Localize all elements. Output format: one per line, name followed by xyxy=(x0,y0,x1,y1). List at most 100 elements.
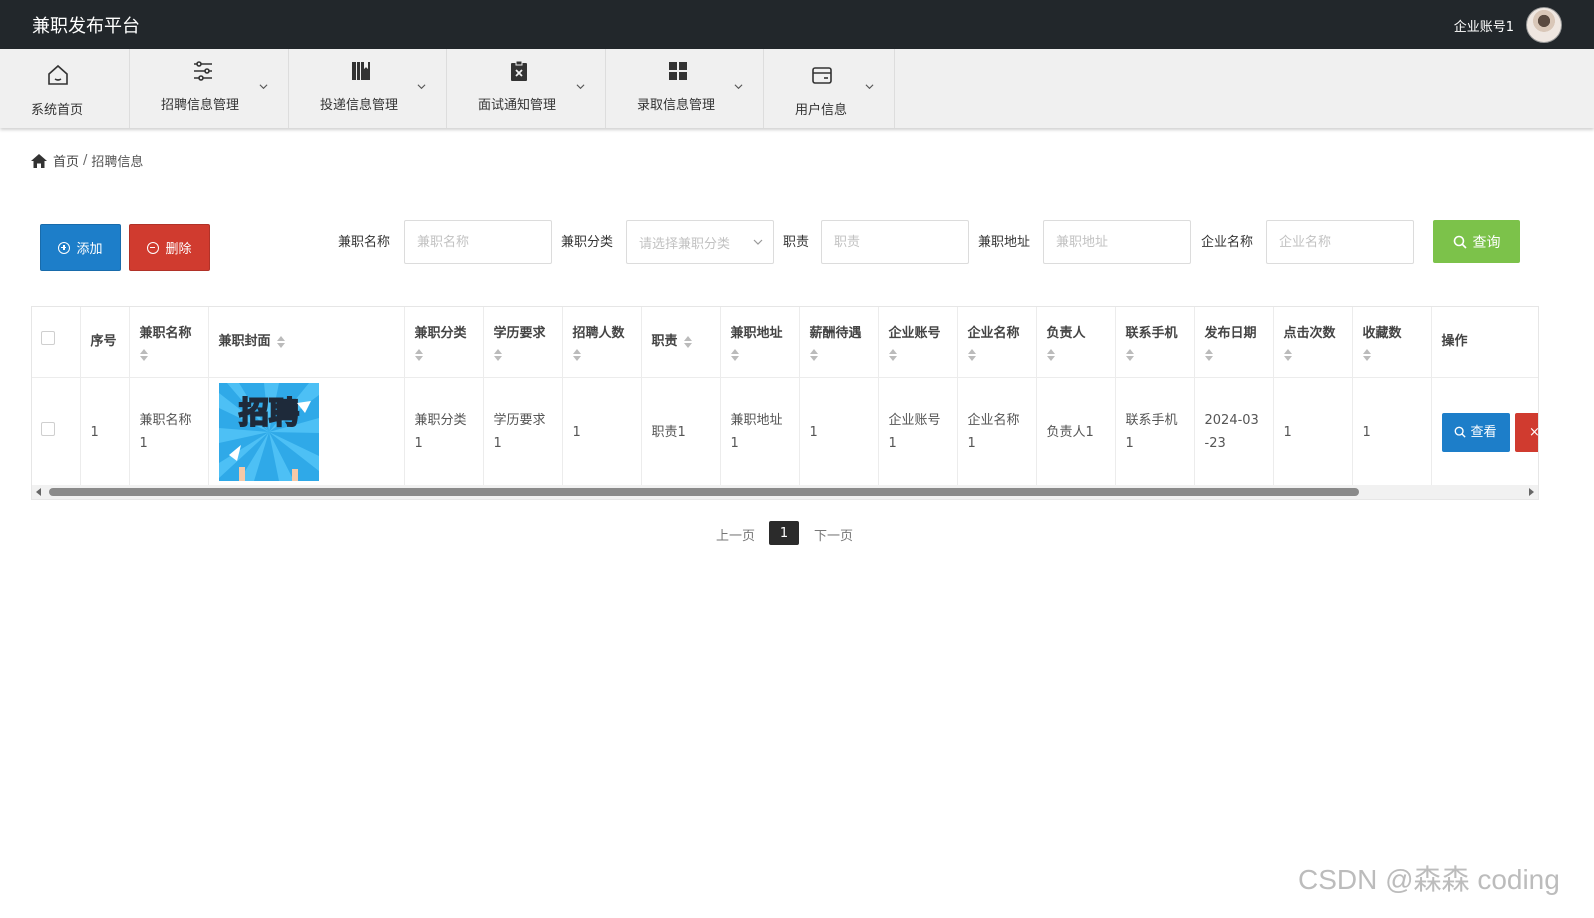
header-address[interactable]: 兼职地址 xyxy=(720,307,800,378)
cover-char-1: 招聘 xyxy=(239,396,299,431)
cell-headcount: 1 xyxy=(562,377,642,488)
header-category[interactable]: 兼职分类 xyxy=(404,307,484,378)
horizontal-scrollbar[interactable] xyxy=(32,485,1538,499)
cell-cover: 招聘 xyxy=(208,377,405,488)
query-button-label: 查询 xyxy=(1472,234,1501,251)
sort-icon[interactable] xyxy=(683,335,692,348)
home-icon xyxy=(48,64,68,85)
header-date[interactable]: 发布日期 xyxy=(1194,307,1274,378)
search-label-company: 企业名称 xyxy=(1201,235,1254,250)
header-label: 发布日期 xyxy=(1204,326,1257,342)
header-education[interactable]: 学历要求 xyxy=(483,307,563,378)
select-all-checkbox[interactable] xyxy=(41,331,55,346)
header-label: 企业名称 xyxy=(967,326,1020,342)
nav-item-home[interactable]: 系统首页 xyxy=(0,49,130,128)
header-duty[interactable]: 职责 xyxy=(641,307,721,378)
nav-item-delivery[interactable]: 投递信息管理 xyxy=(289,49,447,128)
search-address-input[interactable] xyxy=(1043,220,1191,264)
watermark: CSDN @森森 coding xyxy=(1298,864,1560,895)
sort-icon[interactable] xyxy=(414,349,423,362)
header-label: 学历要求 xyxy=(493,326,546,342)
nav-item-user[interactable]: 用户信息 xyxy=(764,49,895,128)
next-page-link[interactable]: 下一页 xyxy=(814,525,853,544)
chevron-down-icon xyxy=(576,84,585,90)
sort-icon[interactable] xyxy=(809,349,818,362)
sort-icon[interactable] xyxy=(276,335,285,348)
query-button[interactable]: 查询 xyxy=(1433,220,1520,263)
nav-label-user: 用户信息 xyxy=(795,103,848,118)
recruit-table: 序号 兼职名称 兼职封面 兼职分类 学历要求 招聘人数 职责 兼职地址 薪酬待遇… xyxy=(31,306,1539,500)
delete-button[interactable]: 删除 xyxy=(129,224,210,271)
header-company-account[interactable]: 企业账号 xyxy=(878,307,958,378)
sort-icon[interactable] xyxy=(1046,349,1055,362)
add-button[interactable]: 添加 xyxy=(40,224,121,271)
sort-icon[interactable] xyxy=(139,349,148,362)
header-label: 兼职封面 xyxy=(218,334,271,350)
search-name-input[interactable] xyxy=(404,220,552,264)
cover-image[interactable]: 招聘 xyxy=(218,383,319,481)
header-favorites[interactable]: 收藏数 xyxy=(1352,307,1432,378)
nav-item-admission[interactable]: 录取信息管理 xyxy=(606,49,764,128)
header-company-name[interactable]: 企业名称 xyxy=(957,307,1037,378)
cell-phone: 联系手机1 xyxy=(1115,377,1195,488)
search-duty-input[interactable] xyxy=(821,220,969,264)
nav-item-interview[interactable]: 面试通知管理 xyxy=(447,49,606,128)
nav-label-interview: 面试通知管理 xyxy=(478,98,557,113)
nav-label-delivery: 投递信息管理 xyxy=(320,98,399,113)
sort-icon[interactable] xyxy=(493,349,502,362)
chevron-down-icon xyxy=(417,84,426,90)
cell-salary: 1 xyxy=(799,377,879,488)
header-clicks[interactable]: 点击次数 xyxy=(1273,307,1353,378)
search-icon xyxy=(1455,426,1467,438)
breadcrumb: 首页 / 招聘信息 xyxy=(31,151,143,170)
header-phone[interactable]: 联系手机 xyxy=(1115,307,1195,378)
sort-icon[interactable] xyxy=(888,349,897,362)
scroll-left-icon[interactable] xyxy=(36,488,41,496)
delete-button-label: 删除 xyxy=(165,242,192,257)
search-icon xyxy=(1453,235,1467,249)
sort-icon[interactable] xyxy=(730,349,739,362)
cell-address: 兼职地址1 xyxy=(720,377,800,488)
books-icon xyxy=(352,62,370,80)
sort-icon[interactable] xyxy=(967,349,976,362)
header-name[interactable]: 兼职名称 xyxy=(129,307,209,378)
row-delete-button[interactable]: × xyxy=(1514,412,1538,452)
prev-page-link[interactable]: 上一页 xyxy=(716,525,755,544)
view-button[interactable]: 查看 xyxy=(1441,412,1510,452)
search-label-address: 兼职地址 xyxy=(978,235,1031,250)
page-number-current[interactable]: 1 xyxy=(769,521,799,545)
nav-label-admission: 录取信息管理 xyxy=(637,98,716,113)
breadcrumb-separator: / xyxy=(83,153,88,168)
search-company-input[interactable] xyxy=(1266,220,1414,264)
header-label: 负责人 xyxy=(1046,326,1086,342)
header-label: 操作 xyxy=(1441,334,1468,350)
cell-date: 2024-03-23 xyxy=(1194,377,1274,488)
header-manager[interactable]: 负责人 xyxy=(1036,307,1116,378)
header-salary[interactable]: 薪酬待遇 xyxy=(799,307,879,378)
header-headcount[interactable]: 招聘人数 xyxy=(562,307,642,378)
sort-icon[interactable] xyxy=(1204,349,1213,362)
top-header: 兼职发布平台 企业账号1 xyxy=(0,0,1594,49)
home-icon xyxy=(31,153,47,168)
scroll-right-icon[interactable] xyxy=(1529,488,1534,496)
sort-icon[interactable] xyxy=(1125,349,1134,362)
search-category-select[interactable]: 请选择兼职分类 xyxy=(626,220,774,264)
header-label: 企业账号 xyxy=(888,326,941,342)
breadcrumb-home[interactable]: 首页 xyxy=(53,151,79,170)
row-select-cell xyxy=(32,377,81,488)
sort-icon[interactable] xyxy=(572,349,581,362)
header-label: 兼职分类 xyxy=(414,326,467,342)
scrollbar-thumb[interactable] xyxy=(49,488,1359,496)
search-category-placeholder: 请选择兼职分类 xyxy=(639,236,731,252)
sort-icon[interactable] xyxy=(1362,349,1371,362)
breadcrumb-current: 招聘信息 xyxy=(91,155,144,170)
chevron-down-icon xyxy=(753,239,763,245)
cell-education: 学历要求1 xyxy=(483,377,563,488)
row-checkbox[interactable] xyxy=(41,421,55,436)
account-name[interactable]: 企业账号1 xyxy=(1454,16,1514,35)
header-label: 联系手机 xyxy=(1125,326,1178,342)
avatar[interactable] xyxy=(1526,7,1562,43)
sort-icon[interactable] xyxy=(1283,349,1292,362)
header-cover[interactable]: 兼职封面 xyxy=(208,307,405,378)
nav-item-recruit[interactable]: 招聘信息管理 xyxy=(130,49,289,128)
